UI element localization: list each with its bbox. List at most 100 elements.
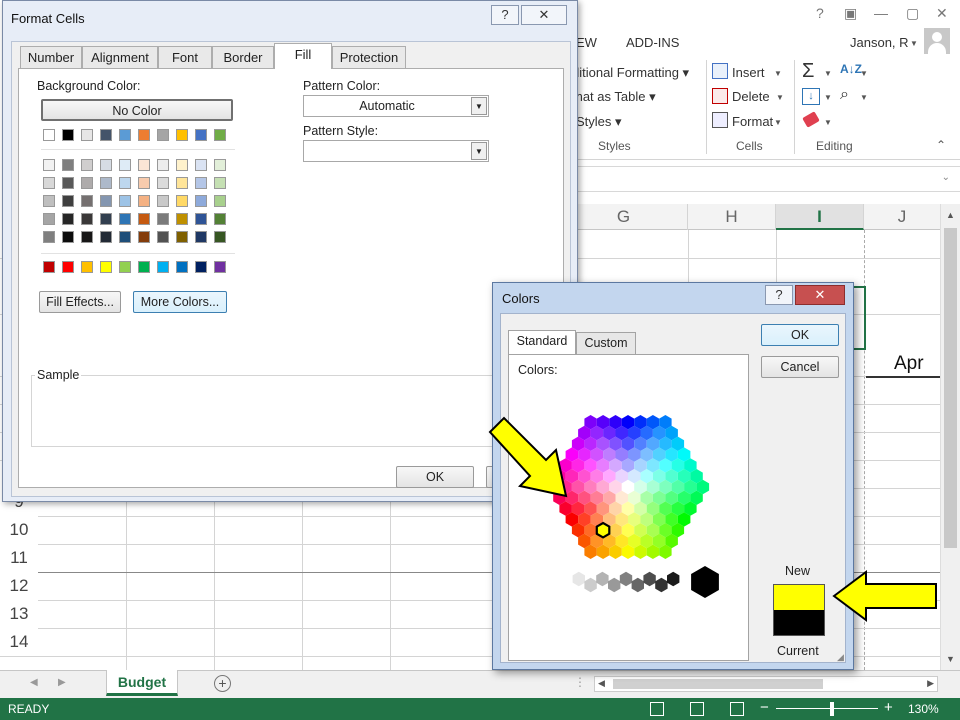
color-swatch[interactable] [119, 261, 131, 273]
color-swatch[interactable] [43, 177, 55, 189]
cell-styles-button[interactable]: Styles ▾ [576, 114, 622, 130]
scroll-down-icon[interactable]: ▼ [946, 654, 955, 664]
tab-border[interactable]: Border [212, 46, 274, 68]
vertical-scrollbar[interactable]: ▲ ▼ [940, 204, 960, 670]
color-swatch[interactable] [138, 213, 150, 225]
color-swatch[interactable] [119, 159, 131, 171]
no-color-button[interactable]: No Color [41, 99, 233, 121]
color-swatch[interactable] [62, 261, 74, 273]
color-swatch[interactable] [138, 177, 150, 189]
collapse-ribbon-icon[interactable]: ⌃ [936, 138, 946, 152]
prev-sheet-icon[interactable]: ◀ [30, 677, 38, 688]
insert-button[interactable]: Insert [732, 65, 765, 80]
account-dropdown-icon[interactable]: ▼ [910, 39, 918, 48]
color-swatch[interactable] [81, 213, 93, 225]
horizontal-scrollbar[interactable]: ◀ ▶ [594, 676, 938, 692]
delete-button[interactable]: Delete [732, 89, 770, 104]
color-swatch[interactable] [195, 195, 207, 207]
resize-grip-icon[interactable]: ◢ [837, 652, 844, 663]
column-header-h[interactable]: H [688, 204, 776, 230]
column-header-j[interactable]: J [864, 204, 940, 230]
color-swatch[interactable] [214, 261, 226, 273]
color-swatch[interactable] [176, 231, 188, 243]
zoom-level[interactable]: 130% [908, 702, 939, 716]
color-swatch[interactable] [81, 195, 93, 207]
color-swatch[interactable] [119, 231, 131, 243]
gray-cell[interactable] [619, 571, 633, 587]
tab-protection[interactable]: Protection [332, 46, 406, 68]
color-swatch[interactable] [195, 177, 207, 189]
color-swatch[interactable] [157, 213, 169, 225]
gray-cell[interactable] [643, 571, 656, 587]
color-swatch[interactable] [100, 159, 112, 171]
pattern-color-dropdown[interactable]: Automatic ▼ [303, 95, 489, 117]
color-swatch[interactable] [100, 129, 112, 141]
minimize-button[interactable]: — [874, 5, 888, 21]
help-button[interactable]: ? [816, 5, 824, 21]
color-swatch[interactable] [176, 213, 188, 225]
color-swatch[interactable] [138, 129, 150, 141]
tab-add-ins[interactable]: ADD-INS [626, 35, 679, 50]
maximize-button[interactable]: ▢ [906, 5, 919, 22]
row-header-13[interactable]: 13 [0, 600, 38, 628]
tab-font[interactable]: Font [158, 46, 212, 68]
format-as-table-button[interactable]: mat as Table ▾ [572, 89, 656, 105]
scroll-up-icon[interactable]: ▲ [946, 210, 955, 220]
clear-icon[interactable] [802, 111, 820, 128]
color-swatch[interactable] [81, 159, 93, 171]
zoom-out-icon[interactable]: − [760, 699, 769, 716]
color-swatch[interactable] [62, 177, 74, 189]
horizontal-scroll-thumb[interactable] [613, 679, 823, 689]
gray-cell[interactable] [631, 577, 644, 593]
add-sheet-icon[interactable]: + [214, 675, 231, 692]
color-swatch[interactable] [214, 213, 226, 225]
color-swatch[interactable] [214, 159, 226, 171]
color-swatch[interactable] [214, 129, 226, 141]
color-swatch[interactable] [176, 261, 188, 273]
black-cell[interactable] [691, 566, 719, 598]
ribbon-display-button[interactable]: ▣ [844, 5, 857, 22]
color-swatch[interactable] [100, 177, 112, 189]
color-swatch[interactable] [62, 213, 74, 225]
color-swatch[interactable] [176, 195, 188, 207]
format-icon[interactable] [712, 112, 728, 128]
column-header-i[interactable]: I [776, 204, 864, 230]
formula-bar[interactable]: ⌄ [560, 166, 960, 192]
column-header-g[interactable]: G [560, 204, 688, 230]
find-select-icon[interactable]: ⌕ [840, 86, 849, 104]
cell-apr[interactable]: Apr [866, 350, 940, 378]
color-swatch[interactable] [138, 261, 150, 273]
color-swatch[interactable] [195, 261, 207, 273]
delete-icon[interactable] [712, 88, 728, 104]
color-swatch[interactable] [81, 231, 93, 243]
insert-icon[interactable] [712, 63, 728, 79]
zoom-in-icon[interactable]: + [884, 699, 893, 716]
close-button[interactable]: ✕ [521, 5, 567, 25]
tab-fill[interactable]: Fill [274, 43, 332, 69]
color-swatch[interactable] [195, 231, 207, 243]
color-swatch[interactable] [100, 231, 112, 243]
color-swatch[interactable] [138, 159, 150, 171]
more-colors-button[interactable]: More Colors... [133, 291, 227, 313]
gray-cell[interactable] [584, 577, 597, 593]
color-swatch[interactable] [176, 129, 188, 141]
ok-button[interactable]: OK [761, 324, 839, 346]
color-swatch[interactable] [138, 231, 150, 243]
color-swatch[interactable] [157, 195, 169, 207]
color-swatch[interactable] [214, 177, 226, 189]
color-swatch[interactable] [43, 129, 55, 141]
color-swatch[interactable] [62, 159, 74, 171]
color-swatch[interactable] [138, 195, 150, 207]
gray-cell[interactable] [560, 577, 574, 593]
color-swatch[interactable] [43, 213, 55, 225]
scroll-right-icon[interactable]: ▶ [927, 678, 934, 689]
color-swatch[interactable] [157, 129, 169, 141]
fill-icon[interactable]: ↓ [802, 88, 820, 105]
gray-cell[interactable] [608, 577, 621, 593]
color-swatch[interactable] [119, 177, 131, 189]
color-swatch[interactable] [157, 261, 169, 273]
color-swatch[interactable] [43, 261, 55, 273]
color-swatch[interactable] [157, 159, 169, 171]
color-swatch[interactable] [43, 195, 55, 207]
row-header-11[interactable]: 11 [0, 544, 38, 572]
